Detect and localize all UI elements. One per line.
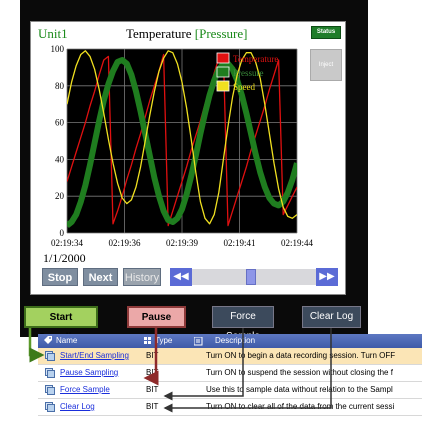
tag-icon (44, 336, 52, 344)
x-tick-label: 02:19:39 (166, 238, 199, 248)
force-sample-callout[interactable]: Force Sample (212, 306, 274, 342)
x-tick-label: 02:19:41 (223, 238, 255, 248)
legend-label-temperature: Temperature (233, 54, 278, 64)
row-description: Turn ON to begin a data recording sessio… (206, 351, 396, 360)
clear-log-callout[interactable]: Clear Log (302, 306, 361, 328)
variables-table: Name Type Description Start/End Sampling… (38, 334, 422, 427)
pause-callout[interactable]: Pause (127, 306, 186, 328)
variable-icon (45, 385, 55, 395)
type-grid-icon (144, 337, 151, 344)
double-left-arrow-icon[interactable]: ◀◀ (170, 268, 192, 286)
description-icon (194, 337, 203, 346)
legend-swatch-pressure (216, 66, 230, 78)
variable-icon (45, 368, 55, 378)
double-right-arrow-icon[interactable]: ▶▶ (316, 268, 338, 286)
row-name-link[interactable]: Force Sample (60, 385, 110, 394)
y-tick-label: 20 (55, 191, 65, 201)
table-header: Name Type Description (38, 334, 422, 348)
y-tick-label: 100 (51, 44, 65, 54)
table-row[interactable]: Pause Sampling BIT Turn ON to suspend the … (38, 365, 422, 382)
next-button[interactable]: Next (83, 268, 118, 286)
table-row[interactable]: Force Sample BIT Use this to sample data w… (38, 382, 422, 399)
legend-swatch-temperature (216, 52, 230, 64)
trend-panel: Unit1 Temperature [Pressure] Status Inje… (30, 21, 346, 295)
variable-icon (45, 351, 55, 361)
history-scrollbar[interactable]: ◀◀ ▶▶ (170, 268, 338, 286)
legend-label-speed: Speed (233, 82, 255, 92)
trend-chart: 0 20 40 60 80 100 02:19:34 02:19:36 02:19:39 02:1… (51, 44, 314, 248)
header-description[interactable]: Description (215, 336, 255, 345)
row-description: Use this to sample data without relation… (206, 385, 393, 394)
y-tick-label: 0 (60, 228, 65, 238)
row-description: Turn ON to suspend the session without c… (206, 368, 393, 377)
table-row[interactable]: Clear Log BIT Turn ON to clear all of the … (38, 399, 422, 416)
row-type: BIT (146, 368, 159, 377)
legend-label-pressure: Pressure (233, 68, 264, 78)
row-type: BIT (146, 351, 159, 360)
x-tick-label: 02:19:34 (51, 238, 84, 248)
y-tick-label: 40 (55, 154, 65, 164)
x-tick-label: 02:19:44 (281, 238, 314, 248)
stop-button[interactable]: Stop (42, 268, 78, 286)
header-name[interactable]: Name (56, 336, 77, 345)
y-tick-label: 60 (55, 118, 65, 128)
table-row[interactable]: Start/End Sampling BIT Turn ON to begin a … (38, 348, 422, 365)
date-label: 1/1/2000 (43, 251, 86, 265)
x-tick-label: 02:19:36 (108, 238, 141, 248)
row-description: Turn ON to clear all of the data from th… (206, 402, 395, 411)
variable-icon (45, 402, 55, 412)
scroll-thumb[interactable] (245, 269, 256, 285)
start-sampling-callout[interactable]: Start Sampling (24, 306, 98, 343)
legend-swatch-speed (216, 80, 230, 92)
row-type: BIT (146, 402, 159, 411)
row-name-link[interactable]: Start/End Sampling (60, 351, 129, 360)
y-tick-label: 80 (55, 81, 65, 91)
row-type: BIT (146, 385, 159, 394)
history-button[interactable]: History (123, 268, 161, 286)
row-name-link[interactable]: Clear Log (60, 402, 95, 411)
header-type[interactable]: Type (155, 336, 172, 345)
row-name-link[interactable]: Pause Sampling (60, 368, 118, 377)
